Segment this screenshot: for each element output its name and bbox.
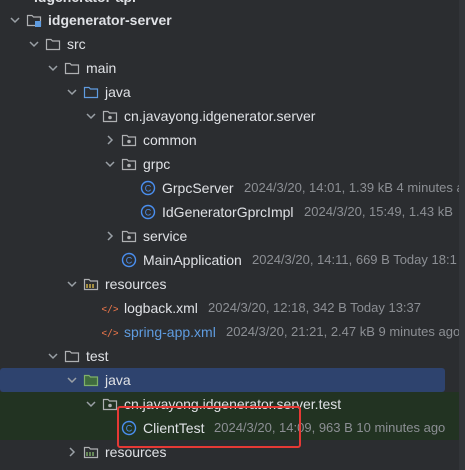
chevron-right-icon[interactable] <box>103 229 117 243</box>
file-meta: 2024/3/20, 14:01, 1.39 kB 4 minutes a <box>244 180 464 195</box>
tree-item-label: java <box>105 84 131 100</box>
package-icon <box>102 108 118 124</box>
tree-row-common[interactable]: common <box>0 128 465 152</box>
tree-row-java-test[interactable]: java <box>0 368 445 392</box>
folder-icon <box>64 348 80 364</box>
chevron-down-icon[interactable] <box>8 13 22 27</box>
chevron-down-icon[interactable] <box>46 61 60 75</box>
tree-row-idgenerator-server[interactable]: idgenerator-server <box>0 8 465 32</box>
chevron-down-icon[interactable] <box>65 373 79 387</box>
chevron-down-icon[interactable] <box>46 349 60 363</box>
package-icon <box>121 132 137 148</box>
tree-row-MainApplication[interactable]: C MainApplication 2024/3/20, 14:11, 669 B … <box>0 248 465 272</box>
chevron-down-icon[interactable] <box>84 109 98 123</box>
tree-row-cutoff[interactable]: idgenerator-api <box>0 0 465 6</box>
tree-item-label: src <box>67 36 86 52</box>
class-icon: C <box>121 252 137 268</box>
test-resources-folder-icon <box>83 444 99 460</box>
tree-item-label: idgenerator-api <box>34 0 136 6</box>
file-meta: 2024/3/20, 21:21, 2.47 kB 9 minutes ago <box>226 324 461 339</box>
tree-item-label: resources <box>105 276 167 292</box>
tree-row-spring-app[interactable]: </> spring-app.xml 2024/3/20, 21:21, 2.47 … <box>0 320 465 344</box>
package-icon <box>121 228 137 244</box>
tree-row-GrpcServer[interactable]: C GrpcServer 2024/3/20, 14:01, 1.39 kB 4 m… <box>0 176 465 200</box>
chevron-down-icon[interactable] <box>103 157 117 171</box>
file-meta: 2024/3/20, 14:11, 669 B Today 18:1 <box>252 252 457 267</box>
svg-text:C: C <box>145 184 152 194</box>
project-tree: idgenerator-api idgenerator-server srcmai… <box>0 0 465 470</box>
tree-row-pkg-server[interactable]: cn.javayong.idgenerator.server <box>0 104 465 128</box>
annotation-highlight-box <box>117 406 301 448</box>
svg-text:</>: </> <box>102 304 118 315</box>
tree-item-label: MainApplication <box>143 252 242 268</box>
tree-row-test[interactable]: test <box>0 344 465 368</box>
chevron-down-icon[interactable] <box>65 277 79 291</box>
tree-row-main[interactable]: main <box>0 56 465 80</box>
svg-text:C: C <box>126 256 133 266</box>
tree-item-label: java <box>105 372 131 388</box>
tree-item-label: spring-app.xml <box>124 324 216 340</box>
test-folder-icon <box>83 372 99 388</box>
tree-row-grpc[interactable]: grpc <box>0 152 465 176</box>
tree-row-logback[interactable]: </> logback.xml 2024/3/20, 12:18, 342 B To… <box>0 296 465 320</box>
tree-row-src[interactable]: src <box>0 32 465 56</box>
chevron-down-icon[interactable] <box>84 397 98 411</box>
tree-row-java-main[interactable]: java <box>0 80 465 104</box>
resources-folder-icon <box>83 276 99 292</box>
tree-row-IdGeneratorGprcImpl[interactable]: C IdGeneratorGprcImpl 2024/3/20, 15:49, 1.… <box>0 200 465 224</box>
folder-icon <box>45 36 61 52</box>
tree-item-label: cn.javayong.idgenerator.server <box>124 108 316 124</box>
tree-row-service[interactable]: service <box>0 224 465 248</box>
chevron-down-icon[interactable] <box>27 37 41 51</box>
tree-item-label: service <box>143 228 188 244</box>
tree-item-label: IdGeneratorGprcImpl <box>162 204 294 220</box>
folder-icon <box>64 60 80 76</box>
module-folder-icon <box>26 12 42 28</box>
svg-text:</>: </> <box>102 328 118 339</box>
chevron-right-icon[interactable] <box>65 445 79 459</box>
tree-item-label: test <box>86 348 109 364</box>
source-folder-icon <box>83 84 99 100</box>
chevron-right-icon[interactable] <box>103 133 117 147</box>
tree-item-label: main <box>86 60 117 76</box>
tree-item-label: common <box>143 132 197 148</box>
chevron-down-icon[interactable] <box>65 85 79 99</box>
class-icon: C <box>140 180 156 196</box>
scroll-gutter[interactable] <box>459 0 465 470</box>
class-icon: C <box>140 204 156 220</box>
xml-icon: </> <box>101 300 119 316</box>
tree-item-label: idgenerator-server <box>48 12 172 28</box>
tree-item-label: GrpcServer <box>162 180 234 196</box>
tree-row-resources-main[interactable]: resources <box>0 272 465 296</box>
xml-icon: </> <box>101 324 119 340</box>
tree-item-label: logback.xml <box>124 300 198 316</box>
tree-item-label: grpc <box>143 156 171 172</box>
file-meta: 2024/3/20, 12:18, 342 B Today 13:37 <box>208 300 421 315</box>
file-meta: 2024/3/20, 15:49, 1.43 kB <box>304 204 453 219</box>
package-icon <box>102 396 118 412</box>
package-icon <box>121 156 137 172</box>
svg-text:C: C <box>145 208 152 218</box>
